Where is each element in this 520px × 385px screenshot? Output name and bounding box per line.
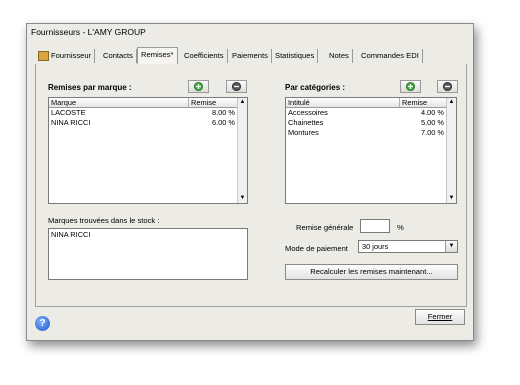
supplier-window: Fournisseurs - L'AMY GROUP Fournisseur C…: [26, 23, 474, 341]
stock-brands-label: Marques trouvées dans le stock :: [48, 216, 160, 225]
scroll-down-icon[interactable]: ▼: [447, 194, 456, 203]
tab-notes[interactable]: Notes: [326, 49, 353, 63]
brand-name: LACOSTE: [51, 108, 86, 117]
category-discount: 4.00 %: [420, 108, 444, 117]
tab-fournisseur[interactable]: Fournisseur: [35, 49, 96, 63]
scroll-up-icon[interactable]: ▲: [447, 98, 456, 107]
percent-label: %: [397, 223, 404, 232]
window-title: Fournisseurs - L'AMY GROUP: [31, 27, 146, 37]
brand-col-header[interactable]: Marque: [49, 98, 189, 108]
table-row[interactable]: Chainettes 5.00 %: [288, 118, 446, 128]
table-row[interactable]: NINA RICCI 6.00 %: [51, 118, 237, 128]
add-category-button[interactable]: [400, 80, 421, 93]
remove-category-button[interactable]: [437, 80, 458, 93]
supplier-card-icon: [38, 51, 49, 61]
payment-mode-label: Mode de paiement: [285, 244, 348, 253]
brands-grid: Marque Remise LACOSTE 8.00 % NINA RICCI …: [48, 97, 248, 204]
tab-commandes-edi[interactable]: Commandes EDI: [358, 49, 423, 63]
recalculate-button[interactable]: Recalculer les remises maintenant...: [285, 264, 458, 280]
category-discount: 5.00 %: [420, 118, 444, 127]
add-icon: [193, 81, 204, 92]
remove-brand-button[interactable]: [226, 80, 247, 93]
category-col-header[interactable]: Intitulé: [286, 98, 400, 108]
brands-scrollbar[interactable]: ▲ ▼: [237, 98, 247, 203]
remises-panel: Remises par marque : Marque Remise LACOS…: [35, 64, 467, 307]
table-row[interactable]: Accessoires 4.00 %: [288, 108, 446, 118]
scroll-up-icon[interactable]: ▲: [238, 98, 247, 107]
discount-col-header[interactable]: Remise: [189, 98, 238, 108]
category-name: Chainettes: [288, 118, 324, 127]
tab-strip: Fournisseur Contacts Remises* Coefficien…: [35, 47, 467, 65]
help-icon[interactable]: ?: [35, 316, 50, 331]
remove-icon: [231, 81, 242, 92]
payment-mode-value: 30 jours: [362, 242, 389, 251]
scroll-down-icon[interactable]: ▼: [238, 194, 247, 203]
discount-col-header[interactable]: Remise: [400, 98, 447, 108]
categories-scrollbar[interactable]: ▲ ▼: [446, 98, 456, 203]
add-brand-button[interactable]: [188, 80, 209, 93]
stock-brands-list: NINA RICCI: [48, 228, 248, 280]
payment-mode-select[interactable]: 30 jours ▼: [358, 240, 458, 253]
general-discount-input[interactable]: [360, 219, 390, 233]
remove-icon: [442, 81, 453, 92]
table-row[interactable]: LACOSTE 8.00 %: [51, 108, 237, 118]
tab-coefficients[interactable]: Coefficients: [181, 49, 228, 63]
tab-statistiques[interactable]: Statistiques: [272, 49, 319, 63]
brands-title: Remises par marque :: [48, 83, 132, 92]
categories-title: Par catégories :: [285, 83, 346, 92]
category-discount: 7.00 %: [420, 128, 444, 137]
list-item[interactable]: NINA RICCI: [51, 230, 90, 240]
title-bar: Fournisseurs - L'AMY GROUP: [27, 24, 473, 40]
category-name: Montures: [288, 128, 319, 137]
general-discount-label: Remise générale: [296, 223, 354, 232]
tab-contacts[interactable]: Contacts: [100, 49, 137, 63]
categories-grid: Intitulé Remise Accessoires 4.00 % Chain…: [285, 97, 457, 204]
brand-name: NINA RICCI: [51, 118, 91, 127]
tab-paiements[interactable]: Paiements: [229, 49, 272, 63]
tab-remises[interactable]: Remises*: [137, 47, 178, 65]
brand-discount: 6.00 %: [211, 118, 235, 127]
category-name: Accessoires: [288, 108, 328, 117]
chevron-down-icon[interactable]: ▼: [445, 241, 457, 252]
table-row[interactable]: Montures 7.00 %: [288, 128, 446, 138]
brand-discount: 8.00 %: [211, 108, 235, 117]
close-button[interactable]: Fermer: [415, 309, 465, 325]
add-icon: [405, 81, 416, 92]
